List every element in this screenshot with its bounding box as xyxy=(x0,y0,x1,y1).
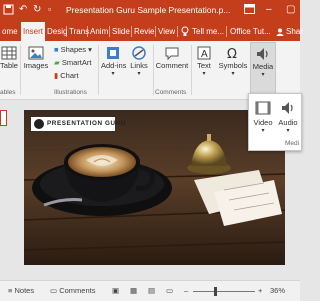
reading-view-icon[interactable]: ▤ xyxy=(148,286,155,295)
images-label: Images xyxy=(23,61,49,70)
logo-mark-icon xyxy=(34,119,44,129)
minimize-button[interactable]: – xyxy=(266,4,272,15)
tables-group-label: ables xyxy=(0,89,16,96)
slide[interactable]: PRESENTATION GURU xyxy=(24,110,285,265)
media-button[interactable]: Media ▾ xyxy=(250,42,276,96)
tab-slideshow[interactable]: Slide xyxy=(110,22,132,41)
status-bar: ≡ Notes ▭ Comments ▣ ▦ ▤ ▭ – + 36% xyxy=(0,280,300,301)
normal-view-icon[interactable]: ▣ xyxy=(112,286,119,295)
zoom-slider[interactable] xyxy=(193,291,255,292)
images-icon xyxy=(28,46,44,60)
images-button[interactable]: Images xyxy=(23,45,49,70)
slide-thumbnail[interactable] xyxy=(0,110,7,126)
smartart-button[interactable]: ▰ SmartArt xyxy=(54,58,91,67)
links-icon xyxy=(132,46,146,60)
chart-button[interactable]: ▮ Chart xyxy=(54,71,79,80)
shapes-icon: ■ xyxy=(54,45,59,54)
speaker-icon xyxy=(257,48,268,60)
title-bar: ↶ ↻ ▫ Presentation Guru Sample Presentat… xyxy=(0,0,300,22)
window-title: Presentation Guru Sample Presentation.p.… xyxy=(66,5,231,15)
tab-view[interactable]: View xyxy=(156,22,177,41)
tab-home[interactable]: ome xyxy=(0,22,20,41)
symbols-label: Symbols xyxy=(218,61,248,70)
tell-me-search[interactable]: Tell me... xyxy=(190,22,226,41)
video-icon xyxy=(255,101,271,115)
text-button[interactable]: A Text ▾ xyxy=(193,45,215,77)
addins-label: Add-ins xyxy=(101,61,127,70)
save-icon[interactable] xyxy=(3,4,14,18)
comments-toggle[interactable]: ▭ Comments xyxy=(50,286,95,295)
omega-icon: Ω xyxy=(227,47,237,61)
restore-button[interactable]: ▢ xyxy=(286,4,295,15)
customize-qat-icon[interactable]: ▫ xyxy=(48,4,51,14)
table-icon xyxy=(1,46,17,60)
illustrations-group-label: Illustrations xyxy=(54,89,87,96)
addins-button[interactable]: Add-ins ▾ xyxy=(101,45,127,77)
table-label: Table xyxy=(0,61,18,70)
notes-icon: ≡ xyxy=(8,286,13,295)
redo-icon[interactable]: ↻ xyxy=(33,4,41,15)
ribbon-tabs: ome Insert Desig Trans Anim Slide Revie … xyxy=(0,22,303,41)
tab-office-tutorials[interactable]: Office Tut... xyxy=(228,22,273,41)
zoom-level[interactable]: 36% xyxy=(270,286,285,295)
zoom-out-button[interactable]: – xyxy=(184,286,188,295)
zoom-in-button[interactable]: + xyxy=(258,286,262,295)
media-dropdown: Video ▾ Audio ▾ Medi xyxy=(248,93,302,151)
undo-icon[interactable]: ↶ xyxy=(19,4,27,15)
comments-icon: ▭ xyxy=(50,286,58,295)
comment-button[interactable]: Comment xyxy=(155,45,189,70)
symbols-button[interactable]: Ω Symbols ▾ xyxy=(218,45,248,77)
video-button[interactable]: Video ▾ xyxy=(252,100,274,134)
text-label: Text xyxy=(197,61,211,70)
svg-text:Ω: Ω xyxy=(227,47,237,61)
shapes-button[interactable]: ■ Shapes ▾ xyxy=(54,45,92,54)
table-button[interactable]: Table xyxy=(0,45,18,70)
links-label: Links xyxy=(130,61,148,70)
tab-animations[interactable]: Anim xyxy=(88,22,110,41)
tab-insert[interactable]: Insert xyxy=(21,22,46,41)
links-button[interactable]: Links ▾ xyxy=(127,45,151,77)
ribbon-insert: Table ables Images ■ Shapes ▾ ▰ SmartArt… xyxy=(0,41,300,100)
ribbon-display-icon[interactable] xyxy=(244,4,255,17)
share-button[interactable]: Shar xyxy=(284,22,305,41)
slide-sorter-icon[interactable]: ▦ xyxy=(130,286,137,295)
presentation-guru-logo: PRESENTATION GURU xyxy=(31,117,125,131)
svg-text:A: A xyxy=(201,49,208,60)
audio-speaker-icon xyxy=(282,102,293,114)
addins-icon xyxy=(107,47,119,59)
comment-label: Comment xyxy=(155,61,189,70)
comment-icon xyxy=(165,47,179,61)
slideshow-view-icon[interactable]: ▭ xyxy=(166,286,173,295)
logo-text: PRESENTATION GURU xyxy=(47,120,126,127)
text-icon: A xyxy=(197,46,211,60)
tab-review[interactable]: Revie xyxy=(132,22,156,41)
chart-icon: ▮ xyxy=(54,71,59,80)
media-label: Media xyxy=(252,62,274,71)
audio-button[interactable]: Audio ▾ xyxy=(276,100,300,134)
coffee-photo xyxy=(24,110,285,265)
zoom-slider-thumb[interactable] xyxy=(214,287,217,296)
smartart-icon: ▰ xyxy=(54,58,60,67)
comments-group-label: Comments xyxy=(155,89,187,96)
media-group-label: Medi xyxy=(285,140,300,147)
notes-toggle[interactable]: ≡ Notes xyxy=(8,286,34,295)
